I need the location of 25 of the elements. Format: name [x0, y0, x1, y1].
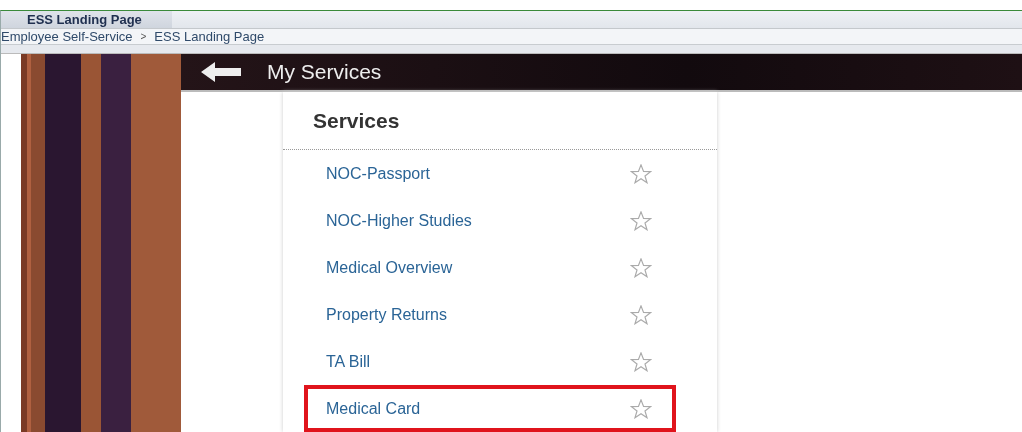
service-link[interactable]: NOC-Higher Studies: [326, 211, 472, 230]
back-arrow-icon[interactable]: [201, 62, 241, 82]
star-icon[interactable]: [630, 163, 652, 184]
service-row[interactable]: NOC-Higher Studies: [304, 197, 676, 244]
service-row[interactable]: Medical Card: [304, 385, 676, 432]
service-link[interactable]: NOC-Passport: [326, 164, 431, 183]
star-icon[interactable]: [630, 398, 652, 419]
breadcrumb-link[interactable]: ESS Landing Page: [154, 28, 265, 44]
breadcrumb-separator: >: [140, 30, 147, 42]
banner-title: My Services: [267, 60, 382, 84]
star-icon[interactable]: [630, 210, 652, 231]
service-row[interactable]: Property Returns: [304, 291, 676, 338]
service-link[interactable]: Medical Card: [326, 399, 421, 418]
service-link[interactable]: Property Returns: [326, 305, 447, 324]
service-row[interactable]: Medical Overview: [304, 244, 676, 291]
service-link[interactable]: TA Bill: [326, 352, 371, 371]
star-icon[interactable]: [630, 304, 652, 325]
star-icon[interactable]: [630, 351, 652, 372]
service-row[interactable]: TA Bill: [304, 338, 676, 385]
breadcrumb-link[interactable]: Employee Self-Service: [1, 28, 133, 44]
star-icon[interactable]: [630, 257, 652, 278]
panel-title: Services: [283, 92, 717, 150]
service-link[interactable]: Medical Overview: [326, 258, 453, 277]
service-row[interactable]: NOC-Passport: [304, 150, 676, 197]
page-tab[interactable]: ESS Landing Page: [1, 11, 172, 28]
